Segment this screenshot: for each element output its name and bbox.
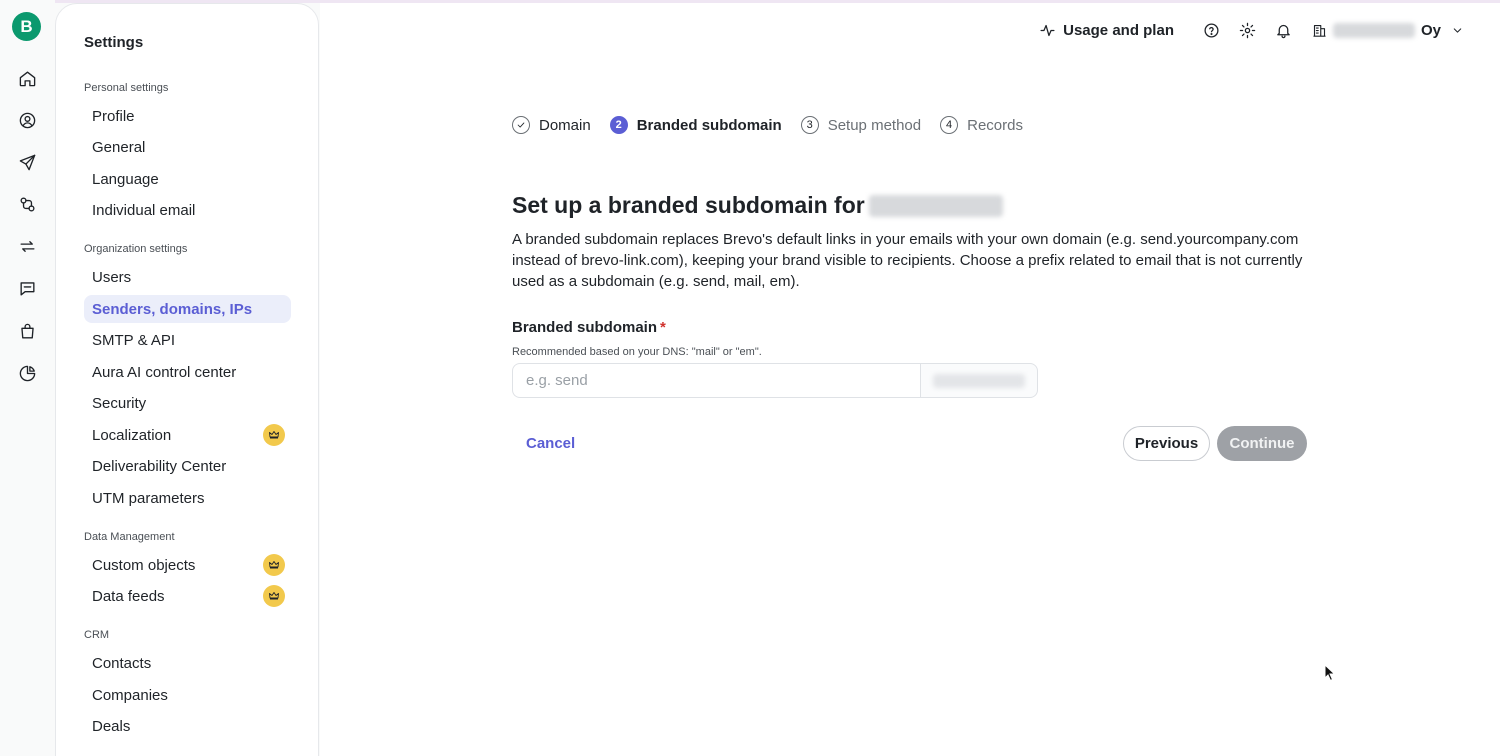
organization-switcher[interactable]: Oy bbox=[1312, 22, 1464, 39]
step-records: 4 Records bbox=[940, 116, 1023, 134]
sidebar-item-users[interactable]: Users bbox=[84, 263, 291, 291]
domain-suffix bbox=[920, 363, 1038, 398]
step-setup-method: 3 Setup method bbox=[800, 116, 922, 134]
sidebar-item-aura-ai[interactable]: Aura AI control center bbox=[84, 358, 291, 386]
sidebar-item-data-feeds[interactable]: Data feeds bbox=[84, 582, 291, 610]
sidebar-item-individual-email[interactable]: Individual email bbox=[84, 196, 291, 224]
required-marker: * bbox=[660, 319, 666, 336]
section-crm: CRM bbox=[84, 629, 110, 641]
gear-icon[interactable] bbox=[1238, 20, 1258, 40]
sidebar-item-label: Custom objects bbox=[92, 556, 196, 574]
continue-button[interactable]: Continue bbox=[1217, 426, 1307, 461]
campaigns-icon[interactable] bbox=[16, 151, 38, 173]
conversations-icon[interactable] bbox=[16, 277, 38, 299]
sidebar-item-deals[interactable]: Deals bbox=[84, 712, 291, 740]
sidebar-item-smtp-api[interactable]: SMTP & API bbox=[84, 326, 291, 354]
sales-icon[interactable] bbox=[16, 320, 38, 342]
crown-icon bbox=[263, 585, 285, 607]
automations-icon[interactable] bbox=[16, 193, 38, 215]
settings-sidebar: Settings Personal settings Profile Gener… bbox=[55, 3, 319, 756]
branded-subdomain-label: Branded subdomain * bbox=[512, 319, 666, 336]
sidebar-item-localization[interactable]: Localization bbox=[84, 421, 291, 449]
page-title: Set up a branded subdomain for bbox=[512, 192, 1003, 219]
sidebar-item-label: Data feeds bbox=[92, 587, 165, 605]
contacts-icon[interactable] bbox=[16, 109, 38, 131]
step-label: Setup method bbox=[827, 116, 922, 134]
top-bar: Usage and plan Oy bbox=[1039, 16, 1464, 44]
activity-icon bbox=[1040, 24, 1055, 36]
sidebar-item-language[interactable]: Language bbox=[84, 165, 291, 193]
previous-button[interactable]: Previous bbox=[1123, 426, 1210, 461]
sidebar-item-profile[interactable]: Profile bbox=[84, 102, 291, 130]
usage-and-plan-label: Usage and plan bbox=[1063, 21, 1174, 39]
building-icon bbox=[1313, 24, 1326, 37]
sidebar-item-contacts[interactable]: Contacts bbox=[84, 649, 291, 677]
setup-stepper: Domain 2 Branded subdomain 3 Setup metho… bbox=[512, 113, 1042, 137]
section-organization-settings: Organization settings bbox=[84, 243, 188, 255]
branded-subdomain-input[interactable] bbox=[512, 363, 920, 398]
mouse-cursor-icon bbox=[1324, 664, 1336, 682]
field-hint: Recommended based on your DNS: "mail" or… bbox=[512, 346, 762, 358]
step-number: 3 bbox=[800, 116, 819, 134]
section-data-management: Data Management bbox=[84, 531, 175, 543]
field-label-text: Branded subdomain bbox=[512, 319, 658, 336]
sidebar-item-label: Localization bbox=[92, 426, 172, 444]
crown-icon bbox=[263, 424, 285, 446]
brevo-logo[interactable]: B bbox=[12, 12, 41, 41]
bell-icon[interactable] bbox=[1274, 20, 1294, 40]
app-rail: B bbox=[0, 0, 55, 756]
step-number: 2 bbox=[609, 116, 628, 134]
sidebar-item-senders-domains-ips[interactable]: Senders, domains, IPs bbox=[84, 295, 291, 323]
cancel-button[interactable]: Cancel bbox=[526, 435, 575, 452]
step-number: 4 bbox=[940, 116, 959, 134]
sidebar-item-general[interactable]: General bbox=[84, 133, 291, 161]
page-description: A branded subdomain replaces Brevo's def… bbox=[512, 231, 1303, 290]
organization-suffix: Oy bbox=[1420, 21, 1441, 39]
check-icon bbox=[512, 116, 530, 134]
sidebar-item-deliverability-center[interactable]: Deliverability Center bbox=[84, 452, 291, 480]
subdomain-input-group bbox=[512, 363, 1038, 398]
domain-name-redacted bbox=[868, 194, 1003, 217]
step-branded-subdomain: 2 Branded subdomain bbox=[609, 116, 782, 134]
step-label: Branded subdomain bbox=[636, 116, 782, 134]
section-personal-settings: Personal settings bbox=[84, 82, 169, 94]
transactional-icon[interactable] bbox=[16, 235, 38, 257]
chevron-down-icon bbox=[1453, 27, 1462, 33]
analytics-icon[interactable] bbox=[16, 362, 38, 384]
sidebar-item-companies[interactable]: Companies bbox=[84, 681, 291, 709]
home-icon[interactable] bbox=[16, 67, 38, 89]
main-content: Usage and plan Oy Domain 2 Branded subdo… bbox=[320, 3, 1500, 756]
domain-suffix-redacted bbox=[933, 373, 1025, 388]
step-domain[interactable]: Domain bbox=[512, 116, 591, 134]
organization-name-redacted bbox=[1332, 22, 1415, 38]
help-icon[interactable] bbox=[1202, 20, 1222, 40]
page-title-text: Set up a branded subdomain for bbox=[512, 192, 865, 218]
settings-title: Settings bbox=[84, 34, 144, 51]
sidebar-item-security[interactable]: Security bbox=[84, 389, 291, 417]
sidebar-item-utm-parameters[interactable]: UTM parameters bbox=[84, 484, 291, 512]
step-label: Records bbox=[967, 116, 1023, 134]
crown-icon bbox=[263, 554, 285, 576]
sidebar-item-custom-objects[interactable]: Custom objects bbox=[84, 551, 291, 579]
step-label: Domain bbox=[539, 116, 591, 134]
usage-and-plan-button[interactable]: Usage and plan bbox=[1039, 22, 1174, 39]
